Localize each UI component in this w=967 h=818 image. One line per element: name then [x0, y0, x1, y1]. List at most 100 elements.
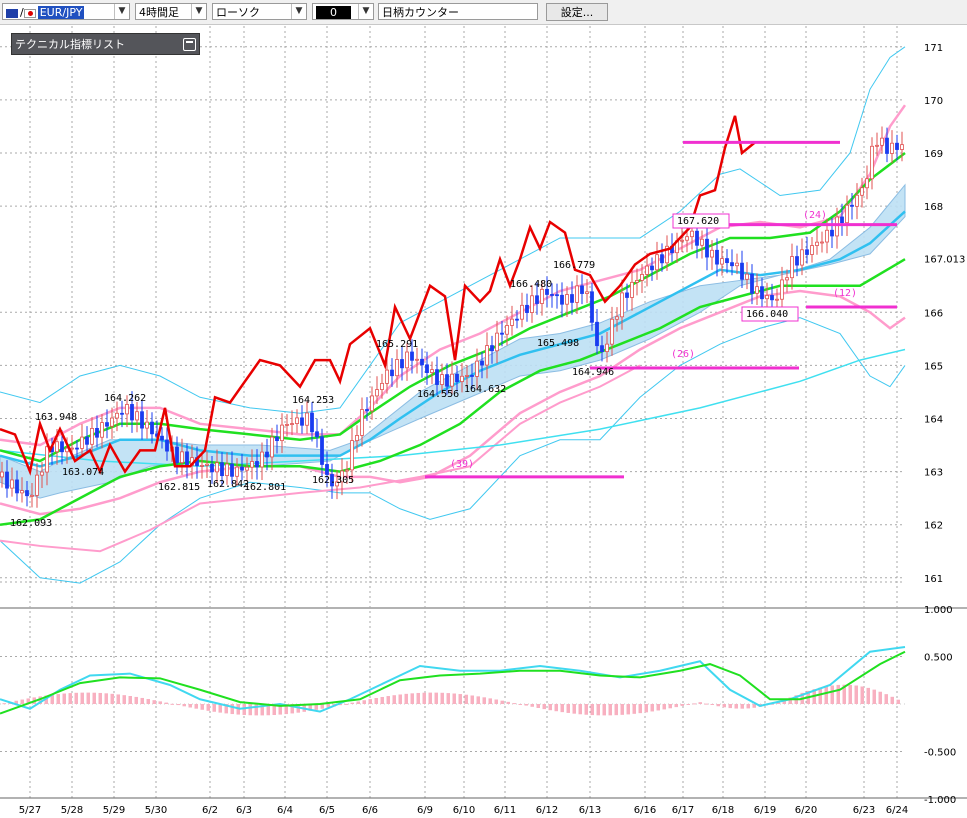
macd-histogram-bar — [458, 694, 462, 704]
macd-histogram-bar — [86, 692, 90, 704]
x-tick-label: 6/16 — [634, 805, 656, 816]
macd-histogram-bar — [128, 695, 132, 704]
candle — [740, 262, 744, 280]
macd-histogram-bar — [836, 684, 840, 704]
y-tick-label: 162 — [924, 521, 943, 532]
count-label: (26) — [671, 349, 695, 360]
candle — [800, 249, 804, 266]
candle — [140, 411, 144, 429]
candle — [410, 351, 414, 361]
candle — [735, 262, 739, 267]
price-label: 164.632 — [464, 384, 506, 395]
candle — [30, 494, 34, 497]
x-tick-label: 6/12 — [536, 805, 558, 816]
candle — [870, 145, 874, 180]
candle — [485, 345, 489, 366]
candle — [750, 273, 754, 294]
x-tick-label: 6/19 — [754, 805, 776, 816]
macd-histogram-bar — [230, 704, 234, 715]
y-tick-label: 166 — [924, 308, 943, 319]
candle — [580, 285, 584, 294]
candle — [625, 292, 629, 298]
price-label: 162.842 — [207, 479, 249, 490]
price-chart[interactable]: 171 170 169 168 167.013 166 165 164 163 162 161 1.0… — [0, 0, 967, 818]
price-label: 164.556 — [417, 389, 459, 400]
candle — [510, 318, 514, 326]
x-tick-label: 6/6 — [362, 805, 378, 816]
sub-tick-label: 1.000 — [924, 605, 953, 616]
candle — [655, 254, 659, 271]
macd-histogram-bar — [368, 699, 372, 704]
candle — [635, 280, 639, 283]
candle — [770, 295, 774, 301]
candle — [755, 286, 759, 294]
minimize-icon[interactable] — [183, 38, 196, 51]
indicator-list-panel[interactable]: テクニカル指標リスト — [11, 33, 200, 55]
candle — [895, 142, 899, 150]
candle — [275, 436, 279, 442]
candle — [95, 428, 99, 438]
candle — [640, 273, 644, 281]
candle — [205, 463, 209, 466]
y-tick-label: 170 — [924, 96, 943, 107]
candle — [590, 291, 594, 323]
macd-histogram-bar — [146, 699, 150, 704]
macd-histogram-bar — [650, 704, 654, 712]
candle — [840, 216, 844, 224]
candle — [405, 351, 409, 369]
macd-histogram-bar — [656, 704, 660, 711]
candle — [900, 144, 904, 150]
macd-histogram-bar — [680, 704, 684, 706]
macd-histogram-bar — [350, 702, 354, 704]
macd-histogram-bar — [716, 704, 720, 707]
candle — [255, 461, 259, 468]
macd-histogram-bar — [440, 692, 444, 704]
macd-histogram-bar — [494, 699, 498, 704]
candle — [500, 332, 504, 335]
macd-histogram-bar — [152, 700, 156, 704]
candle — [660, 254, 664, 264]
candle — [815, 241, 819, 246]
candle — [715, 249, 719, 265]
macd-histogram-bar — [116, 694, 120, 704]
candle — [695, 230, 699, 246]
macd-histogram-bar — [638, 704, 642, 714]
price-label: 162.801 — [244, 482, 286, 493]
candle — [550, 294, 554, 296]
candle — [400, 359, 404, 369]
price-label: 164.253 — [292, 395, 334, 406]
candle — [40, 471, 44, 476]
candle — [760, 286, 764, 300]
macd-histogram-bar — [122, 695, 126, 704]
x-tick-label: 6/5 — [319, 805, 335, 816]
macd-histogram-bar — [374, 698, 378, 704]
candle — [475, 360, 479, 377]
x-tick-label: 5/27 — [19, 805, 41, 816]
candle — [530, 295, 534, 313]
macd-histogram-bar — [578, 704, 582, 715]
candle — [860, 187, 864, 196]
macd-histogram-bar — [434, 692, 438, 704]
candle — [575, 285, 579, 303]
macd-histogram-bar — [182, 704, 186, 707]
candle — [415, 358, 419, 361]
macd-histogram-bar — [464, 694, 468, 704]
candle — [210, 463, 214, 473]
macd-histogram-bar — [422, 692, 426, 704]
candle — [230, 463, 234, 477]
candle — [360, 409, 364, 436]
macd-histogram-bar — [596, 704, 600, 716]
candle — [685, 236, 689, 241]
macd-histogram-bar — [554, 704, 558, 712]
macd-histogram-bar — [602, 704, 606, 716]
candle — [90, 428, 94, 445]
macd-histogram-bar — [872, 689, 876, 704]
macd-histogram-bar — [620, 704, 624, 715]
macd-histogram-bar — [98, 692, 102, 704]
x-tick-label: 5/28 — [61, 805, 83, 816]
candle — [425, 364, 429, 373]
candle — [80, 436, 84, 449]
macd-histogram-bar — [206, 704, 210, 711]
macd-histogram-bar — [362, 700, 366, 704]
macd-histogram-bar — [548, 704, 552, 711]
